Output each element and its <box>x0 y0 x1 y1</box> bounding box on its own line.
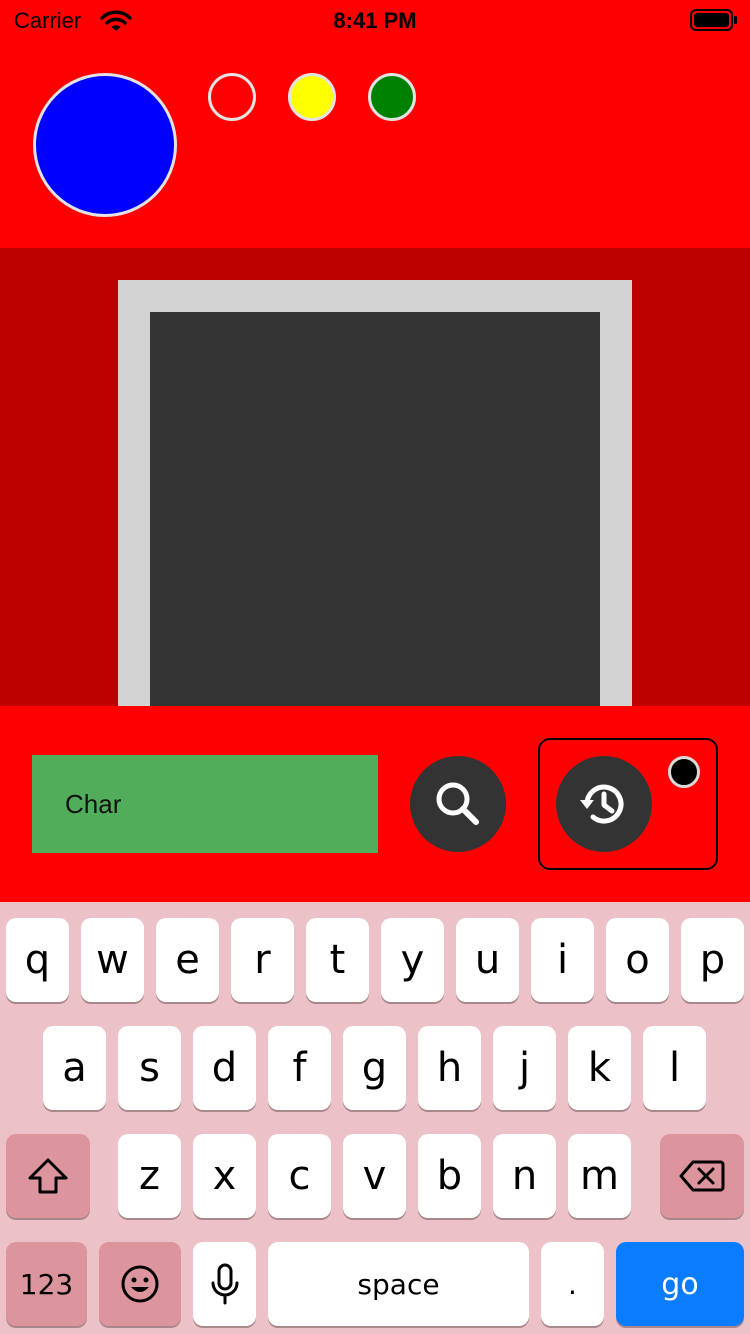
key-b[interactable]: b <box>418 1134 481 1218</box>
key-e[interactable]: e <box>156 918 219 1002</box>
history-icon <box>580 784 624 824</box>
search-input[interactable] <box>32 755 378 853</box>
key-l[interactable]: l <box>643 1026 706 1110</box>
main-blue-light <box>33 73 177 217</box>
yellow-indicator-light <box>288 73 336 121</box>
backspace-key[interactable] <box>660 1134 744 1218</box>
key-w[interactable]: w <box>81 918 144 1002</box>
key-i[interactable]: i <box>531 918 594 1002</box>
key-x[interactable]: x <box>193 1134 256 1218</box>
key-h[interactable]: h <box>418 1026 481 1110</box>
key-v[interactable]: v <box>343 1134 406 1218</box>
green-indicator-light <box>368 73 416 121</box>
keyboard: q w e r t y u i o p a s d f g h j k l z … <box>0 902 750 1334</box>
history-button[interactable] <box>556 756 652 852</box>
shift-key[interactable] <box>6 1134 90 1218</box>
emoji-icon <box>121 1265 159 1303</box>
shift-icon <box>28 1158 68 1194</box>
backspace-icon <box>679 1160 725 1192</box>
space-key[interactable]: space <box>268 1242 529 1326</box>
go-key[interactable]: go <box>616 1242 744 1326</box>
numbers-key[interactable]: 123 <box>6 1242 87 1326</box>
key-j[interactable]: j <box>493 1026 556 1110</box>
key-f[interactable]: f <box>268 1026 331 1110</box>
key-t[interactable]: t <box>306 918 369 1002</box>
key-s[interactable]: s <box>118 1026 181 1110</box>
key-r[interactable]: r <box>231 918 294 1002</box>
key-a[interactable]: a <box>43 1026 106 1110</box>
key-u[interactable]: u <box>456 918 519 1002</box>
emoji-key[interactable] <box>99 1242 181 1326</box>
search-icon <box>436 782 479 825</box>
key-g[interactable]: g <box>343 1026 406 1110</box>
status-time: 8:41 PM <box>333 8 417 33</box>
key-d[interactable]: d <box>193 1026 256 1110</box>
key-q[interactable]: q <box>6 918 69 1002</box>
key-z[interactable]: z <box>118 1134 181 1218</box>
red-indicator-light <box>208 73 256 121</box>
microphone-icon <box>211 1263 238 1305</box>
key-k[interactable]: k <box>568 1026 631 1110</box>
search-button[interactable] <box>410 756 506 852</box>
key-n[interactable]: n <box>493 1134 556 1218</box>
key-o[interactable]: o <box>606 918 669 1002</box>
key-y[interactable]: y <box>381 918 444 1002</box>
key-c[interactable]: c <box>268 1134 331 1218</box>
microphone-key[interactable] <box>193 1242 256 1326</box>
display-screen <box>150 312 600 706</box>
key-p[interactable]: p <box>681 918 744 1002</box>
key-m[interactable]: m <box>568 1134 631 1218</box>
battery-icon <box>690 9 737 31</box>
period-key[interactable]: . <box>541 1242 604 1326</box>
history-indicator-dot <box>668 756 700 788</box>
